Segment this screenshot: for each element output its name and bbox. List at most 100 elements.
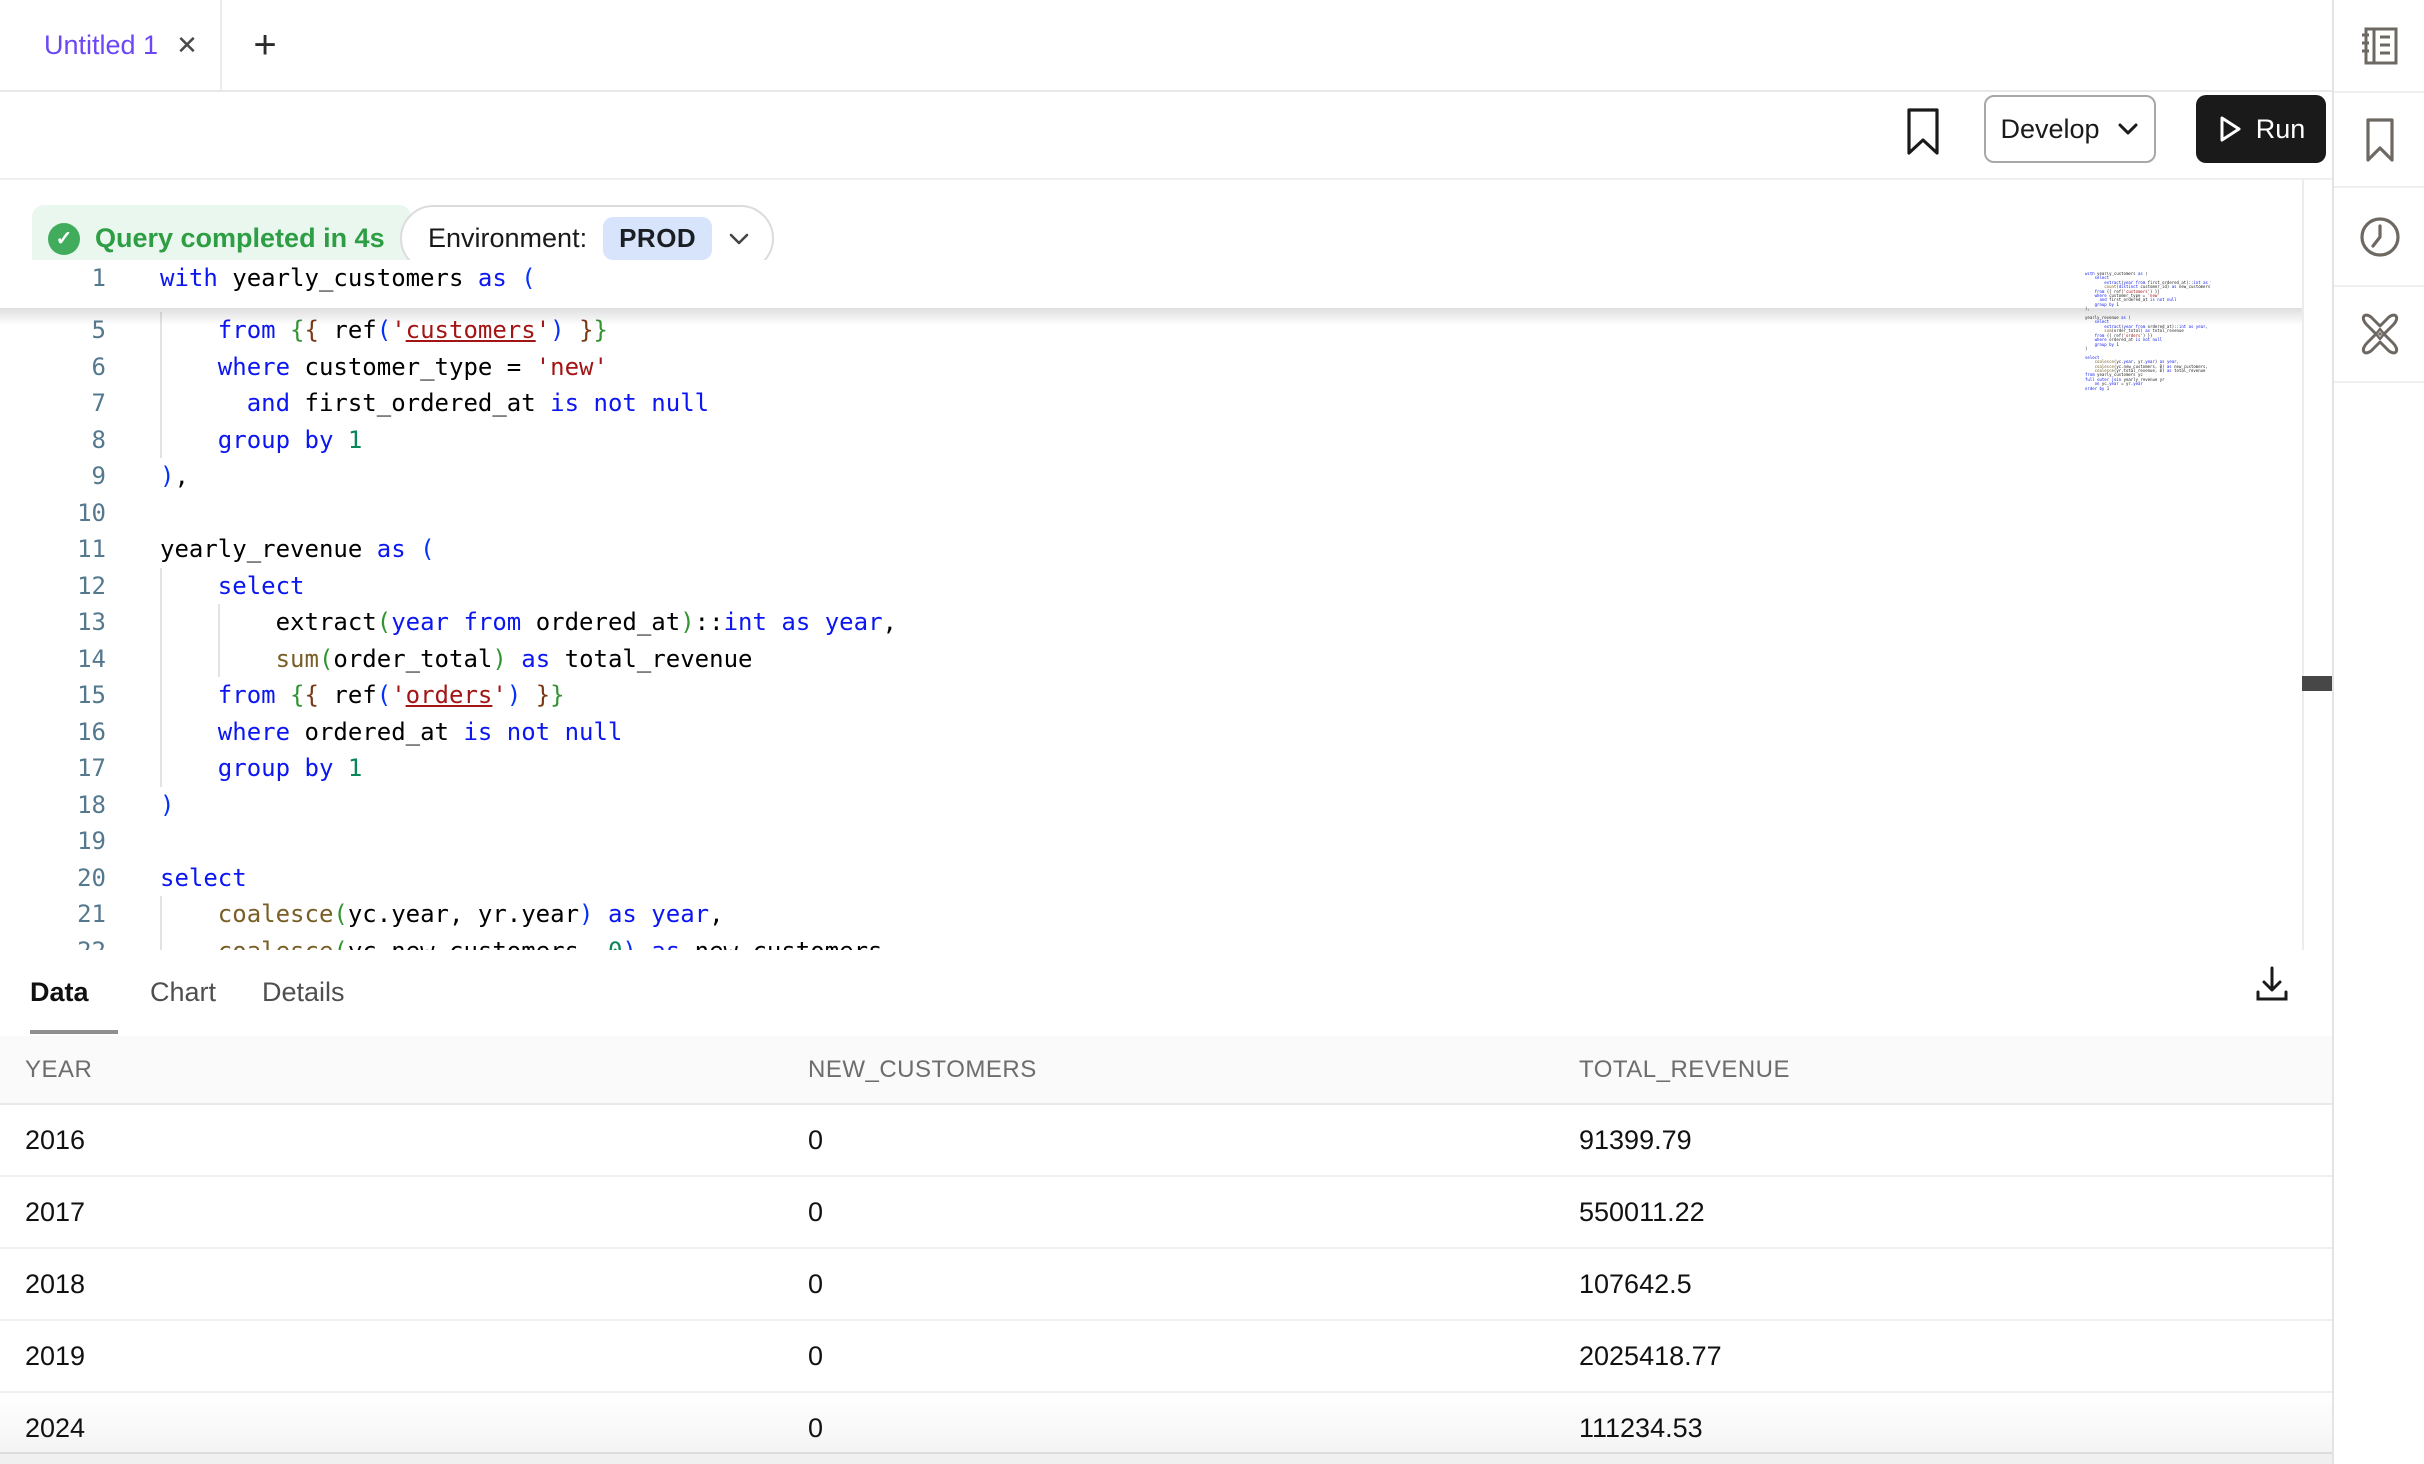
code-line-6[interactable]: 6 where customer_type = 'new' (0, 349, 2302, 386)
table-cell: 0 (783, 1197, 1554, 1228)
environment-label: Environment: (428, 223, 587, 254)
code-text: where customer_type = 'new' (160, 349, 608, 386)
code-text: group by 1 (160, 750, 362, 787)
notebook-icon (2357, 23, 2403, 69)
bookmark-icon (2360, 116, 2400, 164)
chevron-down-icon (728, 232, 750, 246)
table-cell: 0 (783, 1269, 1554, 1300)
code-line-19[interactable]: 19 (0, 823, 2302, 860)
bookmarks-panel-button[interactable] (2334, 93, 2424, 188)
tab-untitled-1[interactable]: Untitled 1 ✕ (0, 0, 222, 90)
bookmark-icon (1903, 106, 1943, 158)
line-number: 16 (0, 714, 106, 751)
line-number: 9 (0, 458, 106, 495)
line-number: 22 (0, 933, 106, 951)
code-text: select (160, 860, 247, 897)
run-button[interactable]: Run (2196, 95, 2326, 163)
sticky-code-line-1[interactable]: 1with yearly_customers as ( (0, 260, 2302, 298)
chevron-down-icon (2116, 121, 2140, 137)
code-line-9[interactable]: 9), (0, 458, 2302, 495)
line-number: 10 (0, 495, 106, 532)
tab-details[interactable]: Details (262, 950, 345, 1034)
code-line-10[interactable]: 10 (0, 495, 2302, 532)
tab-title: Untitled 1 (44, 30, 158, 61)
column-header: YEAR (0, 1056, 783, 1084)
code-text: ) (160, 787, 174, 824)
notebook-panel-button[interactable] (2334, 0, 2424, 93)
table-cell: 2017 (0, 1197, 783, 1228)
results-table-body: 2016091399.7920170550011.2220180107642.5… (0, 1105, 2332, 1463)
sidebar-empty-area (2334, 383, 2424, 1464)
table-cell: 111234.53 (1554, 1413, 2332, 1444)
close-icon[interactable]: ✕ (176, 32, 198, 58)
code-text: coalesce(yc.new_customers, 0) as new_cus… (160, 933, 897, 951)
column-header: TOTAL_REVENUE (1554, 1056, 2332, 1084)
code-line-7[interactable]: 7 and first_ordered_at is not null (0, 385, 2302, 422)
code-line-8[interactable]: 8 group by 1 (0, 422, 2302, 459)
table-row: 20180107642.5 (0, 1249, 2332, 1321)
code-line-18[interactable]: 18) (0, 787, 2302, 824)
code-line-11[interactable]: 11 yearly_revenue as ( (0, 531, 2302, 568)
table-cell: 107642.5 (1554, 1269, 2332, 1300)
develop-dropdown-button[interactable]: Develop (1984, 95, 2156, 163)
editor-minimap[interactable]: with yearly_customers as ( select extrac… (2085, 272, 2211, 394)
line-number: 11 (0, 531, 106, 568)
table-cell: 2019 (0, 1341, 783, 1372)
code-line-22[interactable]: 22 coalesce(yc.new_customers, 0) as new_… (0, 933, 2302, 951)
code-text: and first_ordered_at is not null (160, 385, 709, 422)
sql-editor[interactable]: 5 from {{ ref('customers') }}6 where cus… (0, 260, 2332, 950)
history-panel-button[interactable] (2334, 188, 2424, 287)
line-number: 12 (0, 568, 106, 605)
editor-divider (2302, 178, 2304, 950)
toolbar (0, 92, 2332, 180)
code-line-15[interactable]: 15 from {{ ref('orders') }} (0, 677, 2302, 714)
line-number: 18 (0, 787, 106, 824)
bookmark-button[interactable] (1900, 102, 1946, 162)
code-text: group by 1 (160, 422, 362, 459)
table-cell: 0 (783, 1125, 1554, 1156)
code-line-13[interactable]: 13 extract(year from ordered_at)::int as… (0, 604, 2302, 641)
table-cell: 91399.79 (1554, 1125, 2332, 1156)
line-number: 1 (0, 260, 106, 297)
tab-data[interactable]: Data (30, 950, 89, 1034)
code-text: extract(year from ordered_at)::int as ye… (160, 604, 897, 641)
table-cell: 0 (783, 1341, 1554, 1372)
code-line-14[interactable]: 14 sum(order_total) as total_revenue (0, 641, 2302, 678)
code-line-16[interactable]: 16 where ordered_at is not null (0, 714, 2302, 751)
line-number: 20 (0, 860, 106, 897)
tab-chart[interactable]: Chart (150, 950, 216, 1034)
table-cell: 2025418.77 (1554, 1341, 2332, 1372)
table-row: 2016091399.79 (0, 1105, 2332, 1177)
code-text: ), (160, 458, 189, 495)
develop-label: Develop (2000, 114, 2099, 145)
horizontal-scrollbar[interactable] (0, 1452, 2332, 1464)
table-cell: 2024 (0, 1413, 783, 1444)
query-status-text: Query completed in 4s (95, 223, 385, 254)
line-number: 17 (0, 750, 106, 787)
code-line-17[interactable]: 17 group by 1 (0, 750, 2302, 787)
download-results-button[interactable] (2244, 956, 2300, 1012)
new-tab-button[interactable]: + (238, 18, 292, 72)
table-cell: 0 (783, 1413, 1554, 1444)
results-table-header: YEARNEW_CUSTOMERSTOTAL_REVENUE (0, 1036, 2332, 1105)
check-icon: ✓ (48, 223, 80, 255)
download-icon (2251, 963, 2293, 1005)
editor-tab-bar: Untitled 1 ✕ + (0, 0, 2332, 92)
code-text: yearly_revenue as ( (160, 531, 435, 568)
play-icon (2217, 114, 2243, 144)
lineage-panel-button[interactable] (2334, 287, 2424, 383)
run-label: Run (2256, 114, 2306, 145)
line-number: 21 (0, 896, 106, 933)
code-line-12[interactable]: 12 select (0, 568, 2302, 605)
sticky-scroll-shadow (0, 308, 2302, 325)
table-cell: 550011.22 (1554, 1197, 2332, 1228)
line-number: 8 (0, 422, 106, 459)
clock-icon (2357, 214, 2403, 260)
code-line-21[interactable]: 21 coalesce(yc.year, yr.year) as year, (0, 896, 2302, 933)
table-row: 201902025418.77 (0, 1321, 2332, 1393)
code-text: coalesce(yc.year, yr.year) as year, (160, 896, 724, 933)
code-line-20[interactable]: 20 select (0, 860, 2302, 897)
line-number: 14 (0, 641, 106, 678)
panel-resize-handle[interactable] (2302, 676, 2332, 691)
app-window: Untitled 1 ✕ + Develop Run ✓ Query compl… (0, 0, 2424, 1464)
